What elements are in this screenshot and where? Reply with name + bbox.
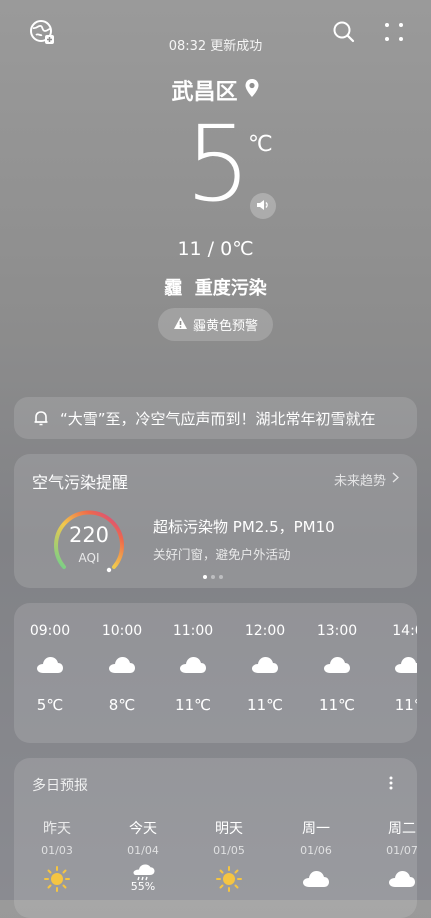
day-date: 01/06 (300, 844, 332, 857)
hour-temp: 11℃ (175, 696, 211, 714)
hour-time: 14:0 (392, 623, 417, 639)
condition-text: 霾 重度污染 (164, 278, 267, 299)
air-quality-card[interactable]: 空气污染提醒 未来趋势 220 AQI 超标污染物 PM2.5，PM10 关好门… (14, 454, 417, 588)
day-name: 周一 (302, 821, 330, 837)
hour-temp: 11° (394, 696, 417, 714)
voice-broadcast-button[interactable] (250, 193, 276, 219)
hour-item[interactable]: 09:00 5℃ (20, 623, 80, 714)
cloud-icon (163, 655, 223, 679)
page-indicator (203, 575, 223, 579)
page-dot-active (203, 575, 207, 579)
warning-label: 霾黄色预警 (192, 319, 258, 334)
page-dot (219, 575, 223, 579)
aqi-value: 220 (68, 523, 110, 547)
temp-range: 11 / 0℃ (177, 238, 254, 260)
hour-time: 12:00 (244, 623, 286, 639)
aqi-gauge: 220 AQI (52, 507, 126, 581)
day-date: 01/05 (213, 844, 245, 857)
cloud-icon (372, 869, 417, 889)
sun-icon (199, 865, 259, 893)
day-name: 周二 (388, 821, 416, 837)
day-item[interactable]: 周一 01/06 (286, 818, 346, 889)
hour-time: 11:00 (172, 623, 214, 639)
sun-icon (27, 865, 87, 893)
cloud-icon (378, 655, 417, 679)
pollutant-text: 超标污染物 PM2.5，PM10 (153, 518, 335, 536)
forecast-title: 多日预报 (32, 778, 88, 794)
hour-item[interactable]: 13:00 11℃ (307, 623, 367, 714)
day-date: 01/03 (41, 844, 73, 857)
hourly-strip[interactable]: 09:00 5℃ 10:00 8℃ 11:00 11℃ 12:00 11℃ 13… (14, 623, 417, 733)
day-name: 明天 (215, 821, 243, 837)
future-trend-link[interactable]: 未来趋势 (333, 470, 400, 489)
speaker-icon (256, 197, 270, 216)
hour-item[interactable]: 14:0 11° (378, 623, 417, 714)
hour-time: 10:00 (101, 623, 143, 639)
search-icon[interactable] (331, 19, 357, 45)
day-name: 昨天 (43, 821, 71, 837)
multi-day-forecast-card[interactable]: 多日预报 昨天 01/03 今天 01/04 55% 明天 01/05 周一 0… (14, 758, 417, 918)
page-dot (211, 575, 215, 579)
hour-time: 13:00 (316, 623, 358, 639)
hour-time: 09:00 (29, 623, 71, 639)
update-status: 08:32 更新成功 (168, 39, 263, 54)
day-item[interactable]: 今天 01/04 55% (113, 818, 173, 893)
news-text: “大雪”至，冷空气应声而到！湖北常年初雪就在 (60, 409, 376, 428)
future-trend-label: 未来趋势 (333, 474, 386, 489)
day-date: 01/04 (127, 844, 159, 857)
more-grid-icon[interactable] (381, 19, 407, 45)
current-temp: 5 (185, 103, 252, 225)
hourly-forecast-card[interactable]: 09:00 5℃ 10:00 8℃ 11:00 11℃ 12:00 11℃ 13… (14, 603, 417, 743)
warning-icon (173, 315, 188, 334)
aqi-label: AQI (78, 551, 100, 565)
day-item[interactable]: 昨天 01/03 (27, 818, 87, 893)
weather-news-banner[interactable]: “大雪”至，冷空气应声而到！湖北常年初雪就在 (14, 397, 417, 439)
cloud-icon (286, 869, 346, 889)
bell-icon (32, 409, 50, 427)
chevron-right-icon (392, 472, 400, 487)
location-title[interactable]: 武昌区 (0, 74, 431, 106)
location-pin-icon (244, 78, 260, 102)
hour-temp: 11℃ (319, 696, 355, 714)
hour-item[interactable]: 12:00 11℃ (235, 623, 295, 714)
cloud-icon (235, 655, 295, 679)
more-vertical-icon[interactable] (383, 774, 399, 792)
day-item[interactable]: 明天 01/05 (199, 818, 259, 893)
day-date: 01/07 (386, 844, 417, 857)
temp-unit: ℃ (248, 132, 273, 157)
hour-temp: 11℃ (247, 696, 283, 714)
days-strip[interactable]: 昨天 01/03 今天 01/04 55% 明天 01/05 周一 01/06 (14, 818, 417, 908)
hour-temp: 5℃ (36, 696, 64, 714)
day-name: 今天 (129, 821, 157, 837)
day-item[interactable]: 周二 01/07 (372, 818, 417, 889)
aqi-gauge-marker (106, 567, 112, 573)
hour-item[interactable]: 11:00 11℃ (163, 623, 223, 714)
cloud-icon (307, 655, 367, 679)
advice-text: 关好门窗，避免户外活动 (153, 547, 291, 562)
hour-temp: 8℃ (108, 696, 136, 714)
city-name: 武昌区 (171, 80, 238, 105)
air-card-title: 空气污染提醒 (32, 473, 129, 492)
cloud-icon (92, 655, 152, 679)
weather-warning-chip[interactable]: 霾黄色预警 (158, 308, 273, 341)
hour-item[interactable]: 10:00 8℃ (92, 623, 152, 714)
cloud-icon (20, 655, 80, 679)
precip-chance: 55% (130, 880, 156, 893)
